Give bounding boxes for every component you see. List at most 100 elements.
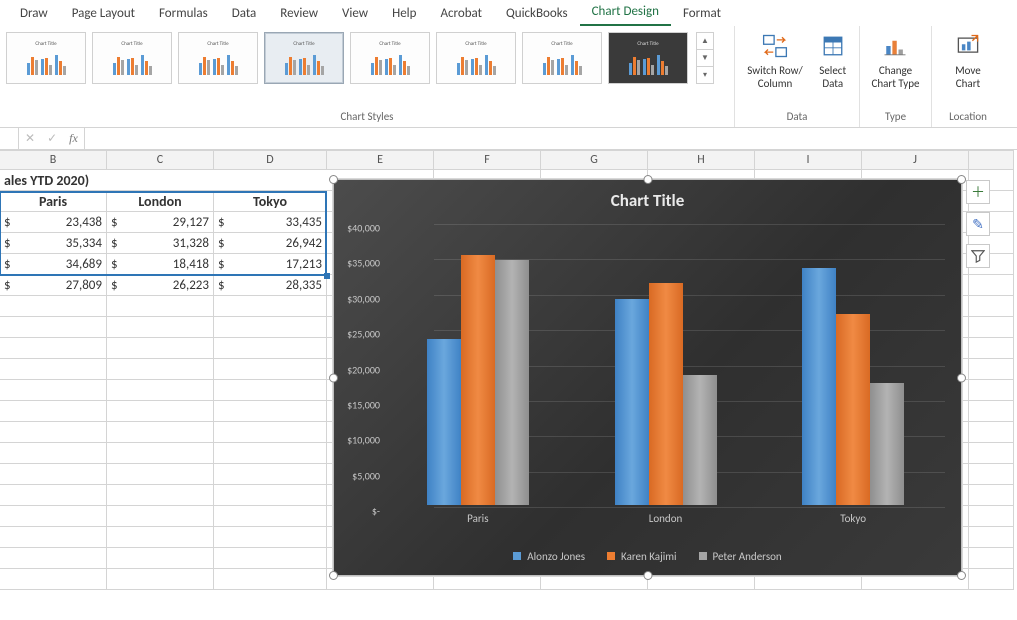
tab-help[interactable]: Help [380,2,428,26]
cell[interactable]: $31,328 [107,233,214,254]
cell[interactable] [107,464,214,485]
fx-confirm-icon[interactable]: ✓ [41,131,63,146]
cell[interactable]: $35,334 [0,233,107,254]
cell[interactable] [0,317,107,338]
cell[interactable] [214,485,327,506]
resize-handle[interactable] [643,571,652,580]
cell[interactable] [214,443,327,464]
cell[interactable] [0,338,107,359]
chart-object[interactable]: ＋ ✎ Chart Title $-$5,000$10,000$15,000$2… [333,179,962,576]
cell[interactable] [969,506,1014,527]
header-paris[interactable]: Paris [0,191,107,212]
chart-style-4[interactable]: Chart Title [264,32,344,84]
cell[interactable] [969,401,1014,422]
tab-draw[interactable]: Draw [8,2,60,26]
chart-title[interactable]: Chart Title [334,180,961,211]
cell[interactable] [214,464,327,485]
chart-style-2[interactable]: Chart Title [92,32,172,84]
legend-item[interactable]: Karen Kajimi [607,550,677,563]
header-london[interactable]: London [107,191,214,212]
cell[interactable]: $17,213 [214,254,327,275]
resize-handle[interactable] [643,175,652,184]
resize-handle[interactable] [957,373,966,382]
cell[interactable] [214,296,327,317]
cell[interactable] [107,506,214,527]
select-data-button[interactable]: Select Data [811,26,855,110]
tab-page-layout[interactable]: Page Layout [60,2,147,26]
cell[interactable] [214,422,327,443]
cell[interactable] [0,380,107,401]
move-chart-button[interactable]: Move Chart [946,26,990,110]
cell[interactable] [969,485,1014,506]
chevron-up-icon[interactable]: ▲ [697,33,713,50]
tab-acrobat[interactable]: Acrobat [429,2,495,26]
cell[interactable] [0,443,107,464]
cell[interactable]: $27,809 [0,275,107,296]
cell[interactable] [969,527,1014,548]
legend-item[interactable]: Alonzo Jones [513,550,585,563]
cell[interactable] [0,401,107,422]
change-chart-type-button[interactable]: Change Chart Type [863,26,927,110]
cell[interactable] [214,569,327,590]
chart-style-6[interactable]: Chart Title [436,32,516,84]
cell[interactable] [969,296,1014,317]
tab-data[interactable]: Data [220,2,269,26]
col-header-j[interactable]: J [862,150,969,170]
cell[interactable] [0,569,107,590]
cell[interactable] [969,548,1014,569]
cell[interactable]: $29,127 [107,212,214,233]
cell[interactable]: $23,438 [0,212,107,233]
cell[interactable] [214,401,327,422]
col-header-g[interactable]: G [541,150,648,170]
cell[interactable] [107,485,214,506]
style-gallery-scroll[interactable]: ▲ ▼ ▾ [696,32,714,84]
cell[interactable]: $33,435 [214,212,327,233]
tab-review[interactable]: Review [268,2,330,26]
cell[interactable] [107,296,214,317]
cell[interactable] [0,506,107,527]
cell[interactable] [0,464,107,485]
cell[interactable] [969,422,1014,443]
col-header-f[interactable]: F [434,150,541,170]
cell[interactable] [107,548,214,569]
resize-handle[interactable] [957,571,966,580]
chart-style-8[interactable]: Chart Title [608,32,688,84]
tab-format[interactable]: Format [671,2,733,26]
cell[interactable] [214,527,327,548]
resize-handle[interactable] [329,571,338,580]
cell[interactable] [969,317,1014,338]
cell[interactable] [969,464,1014,485]
switch-row-column-button[interactable]: Switch Row/ Column [739,26,810,110]
col-header-d[interactable]: D [214,150,327,170]
resize-handle[interactable] [329,175,338,184]
cell[interactable] [214,506,327,527]
cell[interactable]: $18,418 [107,254,214,275]
col-header-c[interactable]: C [107,150,214,170]
cell[interactable] [0,548,107,569]
fx-cancel-icon[interactable]: ✕ [19,131,41,146]
cell[interactable] [969,380,1014,401]
col-header-b[interactable]: B [0,150,107,170]
cell[interactable] [0,527,107,548]
cell[interactable] [969,569,1014,590]
col-header-i[interactable]: I [755,150,862,170]
worksheet[interactable]: B C D E F G H I J ales YTD 2020) Paris L… [0,150,1017,620]
chart-filters-button[interactable] [966,244,990,268]
cell[interactable] [107,401,214,422]
cell[interactable] [0,359,107,380]
title-cell[interactable]: ales YTD 2020) [0,170,327,191]
cell[interactable] [969,275,1014,296]
cell[interactable]: $26,223 [107,275,214,296]
cell[interactable]: $26,942 [214,233,327,254]
cell[interactable] [969,338,1014,359]
resize-handle[interactable] [957,175,966,184]
chart-style-5[interactable]: Chart Title [350,32,430,84]
cell[interactable] [214,548,327,569]
chart-style-7[interactable]: Chart Title [522,32,602,84]
tab-chart-design[interactable]: Chart Design [580,0,671,26]
cell[interactable] [107,380,214,401]
chart-legend[interactable]: Alonzo Jones Karen Kajimi Peter Anderson [334,550,961,563]
cell[interactable]: $28,335 [214,275,327,296]
cell[interactable] [969,443,1014,464]
cell[interactable] [0,296,107,317]
